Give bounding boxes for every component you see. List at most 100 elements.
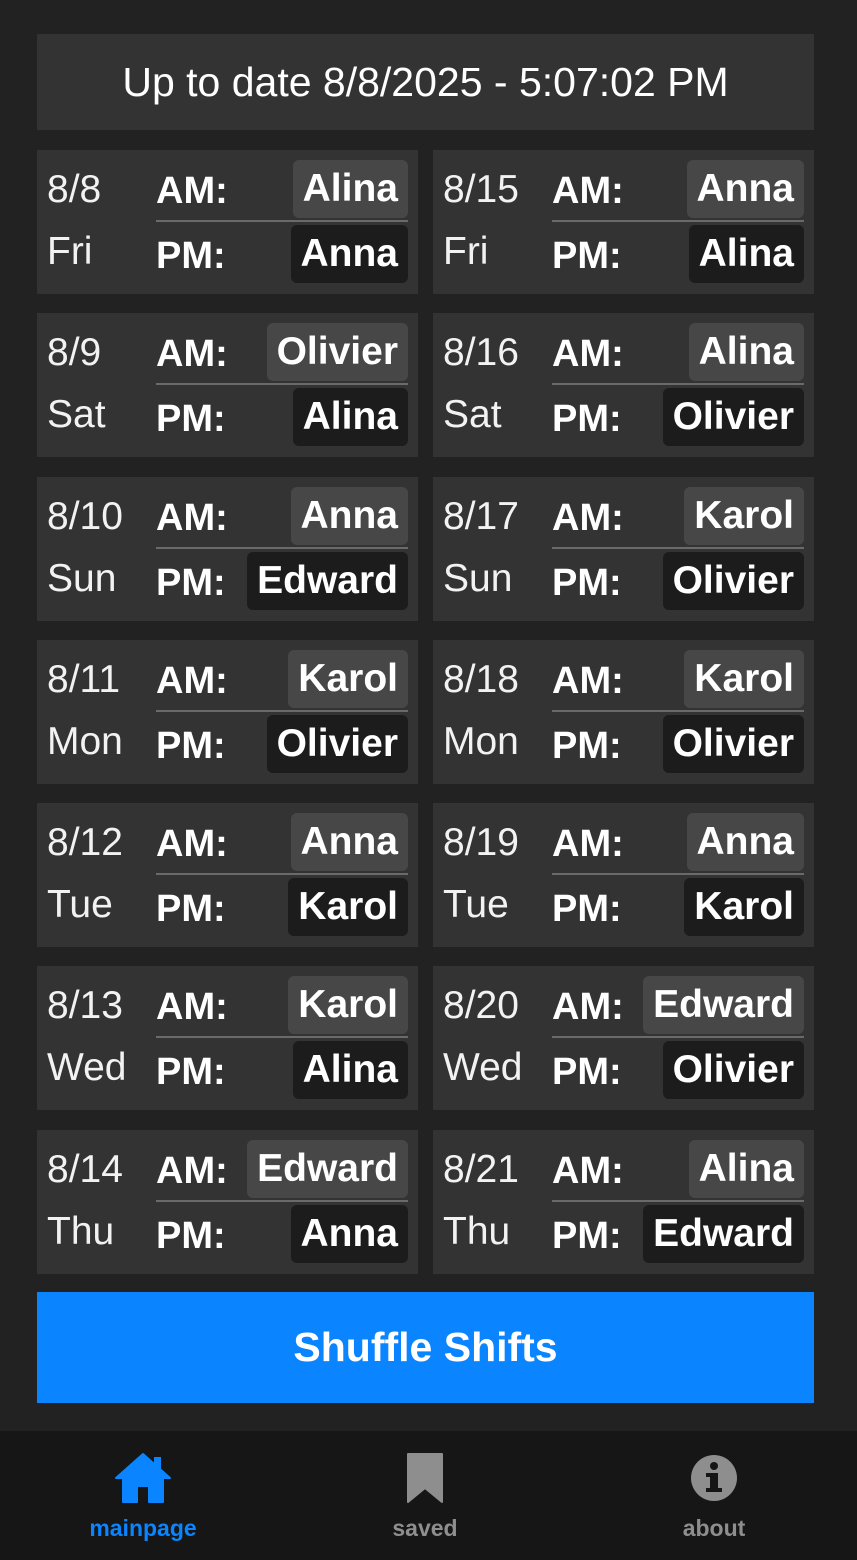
pm-label: PM: — [156, 888, 226, 931]
am-shift-name[interactable]: Anna — [290, 813, 408, 872]
day-weekday: Thu — [47, 1209, 115, 1253]
pm-shift-name[interactable]: Olivier — [662, 388, 804, 447]
home-icon — [115, 1453, 171, 1503]
pm-label: PM: — [156, 398, 226, 441]
pm-shift-name[interactable]: Karol — [288, 878, 408, 937]
am-shift-name[interactable]: Edward — [247, 1139, 408, 1198]
pm-label: PM: — [156, 235, 226, 277]
day-card: 8/16 Sat AM: PM: Alina Olivier — [433, 313, 814, 458]
day-card: 8/19 Tue AM: PM: Anna Karol — [433, 803, 814, 948]
day-date: 8/8 — [47, 168, 102, 211]
pm-shift-name[interactable]: Olivier — [662, 1041, 804, 1100]
day-weekday: Sat — [47, 393, 106, 437]
pm-shift-name[interactable]: Edward — [247, 551, 408, 610]
pm-shift-name[interactable]: Anna — [290, 225, 408, 283]
am-shift-name[interactable]: Anna — [686, 813, 804, 872]
shift-divider — [552, 546, 804, 549]
day-card: 8/18 Mon AM: PM: Karol Olivier — [433, 639, 814, 784]
tab-about[interactable]: about — [571, 1431, 857, 1560]
pm-label: PM: — [552, 888, 622, 931]
bottom-tab-bar: mainpage saved about — [0, 1431, 857, 1560]
pm-label: PM: — [156, 561, 226, 604]
am-shift-name[interactable]: Karol — [288, 976, 408, 1035]
am-shift-name[interactable]: Anna — [290, 486, 408, 545]
shift-divider — [552, 873, 804, 876]
day-card: 8/15 Fri AM: PM: Anna Alina — [433, 150, 814, 294]
day-card: 8/17 Sun AM: PM: Karol Olivier — [433, 476, 814, 621]
day-card: 8/12 Tue AM: PM: Anna Karol — [37, 803, 418, 948]
pm-shift-name[interactable]: Alina — [292, 1041, 408, 1100]
day-weekday: Tue — [47, 883, 113, 927]
pm-shift-name[interactable]: Alina — [292, 388, 408, 447]
shift-divider — [156, 709, 408, 712]
shift-divider — [156, 383, 408, 386]
day-date: 8/14 — [47, 1147, 123, 1191]
shift-divider — [156, 220, 408, 222]
day-weekday: Wed — [443, 1046, 523, 1090]
day-card: 8/14 Thu AM: PM: Edward Anna — [37, 1129, 418, 1274]
am-shift-name[interactable]: Karol — [684, 649, 804, 708]
day-date: 8/16 — [443, 331, 519, 375]
day-weekday: Thu — [443, 1209, 511, 1253]
am-shift-name[interactable]: Alina — [292, 160, 408, 218]
day-date: 8/15 — [443, 168, 519, 211]
am-shift-name[interactable]: Edward — [643, 976, 804, 1035]
tab-saved[interactable]: saved — [282, 1431, 568, 1560]
shuffle-shifts-button[interactable]: Shuffle Shifts — [37, 1292, 814, 1403]
day-weekday: Fri — [47, 230, 93, 273]
am-shift-name[interactable]: Anna — [686, 160, 804, 218]
pm-shift-name[interactable]: Olivier — [662, 551, 804, 610]
pm-label: PM: — [156, 1214, 226, 1257]
tab-label: about — [682, 1515, 746, 1541]
day-weekday: Sat — [443, 393, 502, 437]
am-shift-name[interactable]: Karol — [684, 486, 804, 545]
day-date: 8/12 — [47, 821, 123, 865]
last-updated-banner: Up to date 8/8/2025 - 5:07:02 PM — [37, 34, 814, 130]
day-date: 8/10 — [47, 494, 123, 538]
am-shift-name[interactable]: Olivier — [266, 323, 408, 382]
am-label: AM: — [552, 659, 624, 702]
shift-divider — [552, 1036, 804, 1039]
day-card: 8/11 Mon AM: PM: Karol Olivier — [37, 639, 418, 784]
tab-mainpage[interactable]: mainpage — [0, 1431, 286, 1560]
pm-label: PM: — [552, 724, 622, 767]
pm-label: PM: — [156, 1051, 226, 1094]
day-date: 8/21 — [443, 1147, 519, 1191]
am-shift-name[interactable]: Karol — [288, 649, 408, 708]
day-card: 8/9 Sat AM: PM: Olivier Alina — [37, 313, 418, 458]
day-weekday: Wed — [47, 1046, 127, 1090]
am-label: AM: — [156, 496, 228, 539]
shift-divider — [552, 1199, 804, 1202]
pm-shift-name[interactable]: Karol — [684, 878, 804, 937]
day-card: 8/8 Fri AM: PM: Alina Anna — [37, 150, 418, 294]
am-label: AM: — [156, 823, 228, 866]
am-label: AM: — [552, 1149, 624, 1192]
pm-label: PM: — [552, 1051, 622, 1094]
shift-divider — [552, 709, 804, 712]
tab-label: saved — [392, 1515, 458, 1541]
shift-divider — [156, 1036, 408, 1039]
shift-divider — [156, 873, 408, 876]
am-label: AM: — [156, 333, 228, 376]
info-icon — [691, 1455, 737, 1501]
last-updated-text: Up to date 8/8/2025 - 5:07:02 PM — [122, 58, 729, 105]
pm-shift-name[interactable]: Alina — [688, 225, 804, 283]
day-date: 8/20 — [443, 984, 519, 1028]
day-date: 8/17 — [443, 494, 519, 538]
day-card: 8/10 Sun AM: PM: Anna Edward — [37, 476, 418, 621]
pm-shift-name[interactable]: Edward — [643, 1204, 804, 1263]
day-date: 8/18 — [443, 657, 519, 701]
am-shift-name[interactable]: Alina — [688, 323, 804, 382]
am-label: AM: — [552, 170, 624, 212]
day-weekday: Mon — [443, 719, 519, 763]
am-label: AM: — [156, 170, 228, 212]
shift-divider — [156, 546, 408, 549]
am-label: AM: — [156, 659, 228, 702]
shift-divider — [552, 383, 804, 386]
pm-shift-name[interactable]: Olivier — [266, 714, 408, 773]
pm-shift-name[interactable]: Anna — [290, 1204, 408, 1263]
am-shift-name[interactable]: Alina — [688, 1139, 804, 1198]
tab-label: mainpage — [89, 1515, 197, 1541]
pm-shift-name[interactable]: Olivier — [662, 714, 804, 773]
am-label: AM: — [552, 986, 624, 1029]
